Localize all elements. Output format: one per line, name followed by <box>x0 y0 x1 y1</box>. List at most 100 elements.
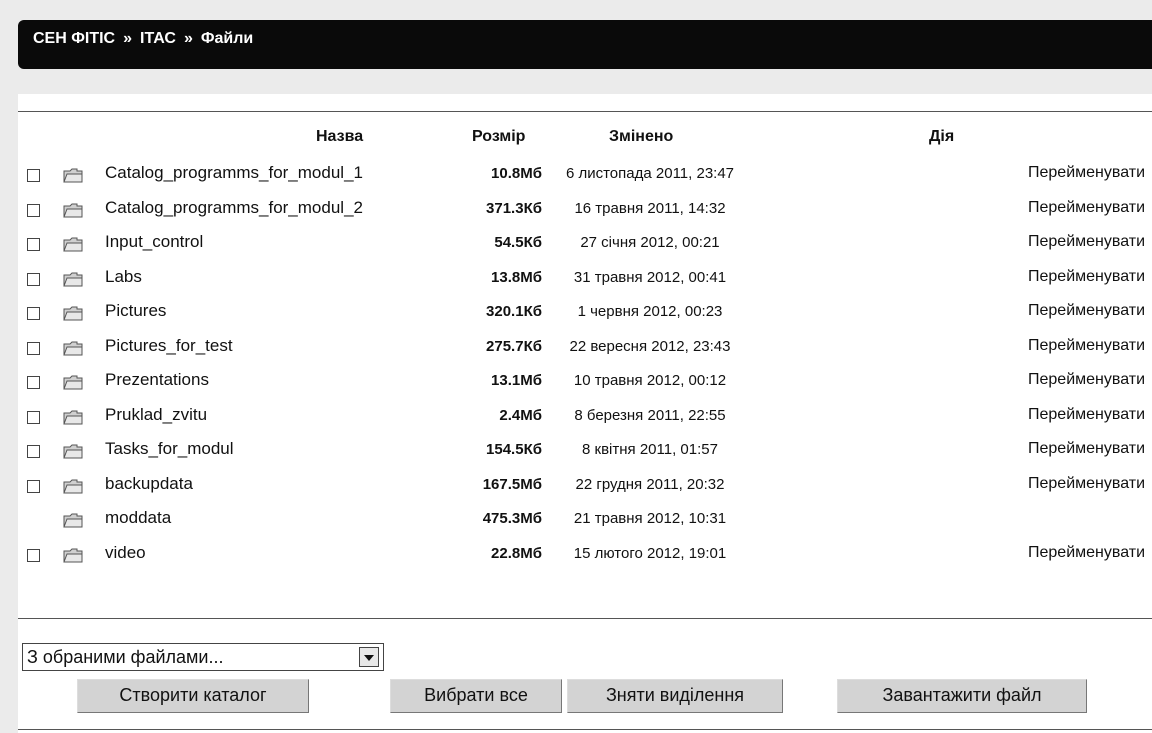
folder-icon[interactable] <box>63 547 83 563</box>
folder-modified-date: 15 лютого 2012, 19:01 <box>573 544 727 562</box>
table-row: video 22.8Мб 15 лютого 2012, 19:01 Переймен… <box>0 540 1152 574</box>
breadcrumb-separator: » <box>123 30 133 47</box>
row-checkbox[interactable] <box>27 169 40 182</box>
breadcrumb-link-itas[interactable]: ІТАС <box>140 30 176 47</box>
rename-link[interactable]: Перейменувати <box>990 233 1145 251</box>
folder-name-link[interactable]: Tasks_for_modul <box>105 439 234 459</box>
folder-modified-date: 1 червня 2012, 00:23 <box>577 303 723 320</box>
folder-size: 10.8Мб <box>491 165 542 182</box>
folder-size: 320.1Кб <box>486 303 542 320</box>
folder-modified-date: 8 квітня 2011, 01:57 <box>582 441 718 458</box>
rename-link[interactable]: Перейменувати <box>990 440 1145 458</box>
row-checkbox[interactable] <box>27 376 40 389</box>
folder-name-link[interactable]: Prezentations <box>105 370 209 390</box>
row-checkbox[interactable] <box>27 272 40 286</box>
bottom-divider <box>18 618 1152 619</box>
folder-icon[interactable] <box>63 167 83 183</box>
folder-modified-date: 10 травня 2012, 00:12 <box>573 372 727 389</box>
folder-size: 275.7Кб <box>486 337 542 355</box>
folder-name-link[interactable]: video <box>105 543 146 563</box>
folder-name-link[interactable]: Input_control <box>105 232 203 252</box>
with-selected-dropdown[interactable]: З обраними файлами... <box>22 643 384 671</box>
folder-icon[interactable] <box>63 340 83 356</box>
breadcrumb-link-seh[interactable]: СЕН ФІТІС <box>33 30 115 47</box>
folder-size: 22.8Мб <box>491 544 542 562</box>
rename-link[interactable]: Перейменувати <box>990 164 1145 182</box>
rename-link[interactable]: Перейменувати <box>990 337 1145 355</box>
folder-name-link[interactable]: Pruklad_zvitu <box>105 405 207 425</box>
row-checkbox[interactable] <box>27 238 40 251</box>
folder-modified-date: 22 грудня 2011, 20:32 <box>575 475 725 493</box>
folder-modified-date: 31 травня 2012, 00:41 <box>573 268 727 286</box>
folder-modified-date: 8 березня 2011, 22:55 <box>574 406 726 424</box>
folder-icon[interactable] <box>63 202 83 218</box>
folder-size: 371.3Кб <box>486 199 542 217</box>
folder-name-link[interactable]: moddata <box>105 508 171 528</box>
folder-icon[interactable] <box>63 512 83 528</box>
folder-size: 13.8Мб <box>491 268 542 286</box>
table-row: Tasks_for_modul 154.5Кб 8 квітня 2011, 01:… <box>0 436 1152 470</box>
rename-link[interactable]: Перейменувати <box>990 268 1145 286</box>
rename-link[interactable]: Перейменувати <box>990 302 1145 320</box>
breadcrumb-separator: » <box>183 30 193 47</box>
table-row: backupdata 167.5Мб 22 грудня 2011, 20:32 Пе… <box>0 471 1152 505</box>
folder-size: 2.4Мб <box>499 406 542 424</box>
rename-link[interactable]: Перейменувати <box>990 475 1145 493</box>
rename-link[interactable]: Перейменувати <box>990 371 1145 389</box>
upload-file-button[interactable]: Завантажити файл <box>837 679 1087 713</box>
footer-divider <box>18 729 1152 730</box>
column-header-name[interactable]: Назва <box>316 128 363 146</box>
folder-icon[interactable] <box>63 478 83 494</box>
table-row: Pruklad_zvitu 2.4Мб 8 березня 2011, 22:55 П… <box>0 402 1152 436</box>
dropdown-value: З обраними файлами... <box>27 647 224 667</box>
folder-icon[interactable] <box>63 236 83 252</box>
folder-modified-date: 22 вересня 2012, 23:43 <box>569 337 731 355</box>
column-header-modified[interactable]: Змінено <box>609 128 673 146</box>
table-row: Catalog_programms_for_modul_1 10.8Мб 6 лис… <box>0 160 1152 194</box>
folder-name-link[interactable]: backupdata <box>105 474 193 494</box>
table-row: Input_control 54.5Кб 27 січня 2012, 00:21 П… <box>0 229 1152 263</box>
folder-name-link[interactable]: Catalog_programms_for_modul_2 <box>105 198 363 218</box>
folder-modified-date: 16 травня 2011, 14:32 <box>574 199 726 217</box>
folder-size: 167.5Мб <box>482 475 542 493</box>
row-checkbox[interactable] <box>27 307 40 320</box>
row-checkbox[interactable] <box>27 410 40 424</box>
column-header-action: Дія <box>929 128 955 145</box>
folder-size: 54.5Кб <box>494 234 542 251</box>
table-row: moddata 475.3Мб 21 травня 2012, 10:31 <box>0 505 1152 539</box>
folder-icon[interactable] <box>63 443 83 459</box>
row-checkbox[interactable] <box>27 341 40 355</box>
folder-modified-date: 21 травня 2012, 10:31 <box>573 510 727 527</box>
folder-size: 475.3Мб <box>482 510 542 527</box>
row-checkbox[interactable] <box>27 203 40 217</box>
breadcrumb-current: Файли <box>200 30 254 47</box>
table-row: Pictures 320.1Кб 1 червня 2012, 00:23 Перей… <box>0 298 1152 332</box>
deselect-button[interactable]: Зняти виділення <box>567 679 783 713</box>
folder-size: 13.1Мб <box>491 372 542 389</box>
folder-name-link[interactable]: Pictures_for_test <box>105 336 233 356</box>
folder-modified-date: 27 січня 2012, 00:21 <box>580 234 720 251</box>
rename-link[interactable]: Перейменувати <box>990 199 1145 217</box>
rename-link[interactable]: Перейменувати <box>990 406 1145 424</box>
dropdown-arrow-icon[interactable] <box>359 647 379 667</box>
column-header-size[interactable]: Розмір <box>472 128 525 146</box>
folder-icon[interactable] <box>63 271 83 287</box>
folder-name-link[interactable]: Catalog_programms_for_modul_1 <box>105 163 363 183</box>
row-checkbox[interactable] <box>27 445 40 458</box>
row-checkbox[interactable] <box>27 548 40 562</box>
table-row: Pictures_for_test 275.7Кб 22 вересня 2012,… <box>0 333 1152 367</box>
row-checkbox[interactable] <box>27 479 40 493</box>
create-folder-button[interactable]: Створити каталог <box>77 679 309 713</box>
folder-name-link[interactable]: Pictures <box>105 301 166 321</box>
folder-icon[interactable] <box>63 374 83 390</box>
folder-modified-date: 6 листопада 2011, 23:47 <box>565 165 735 182</box>
select-all-button[interactable]: Вибрати все <box>390 679 562 713</box>
table-row: Prezentations 13.1Мб 10 травня 2012, 00:12… <box>0 367 1152 401</box>
folder-icon[interactable] <box>63 305 83 321</box>
rename-link[interactable]: Перейменувати <box>990 544 1145 562</box>
breadcrumb: СЕН ФІТІС » ІТАС » Файли <box>33 30 253 48</box>
folder-size: 154.5Кб <box>486 441 542 458</box>
folder-name-link[interactable]: Labs <box>105 267 142 287</box>
folder-icon[interactable] <box>63 409 83 425</box>
table-row: Catalog_programms_for_modul_2 371.3Кб 16 т… <box>0 195 1152 229</box>
